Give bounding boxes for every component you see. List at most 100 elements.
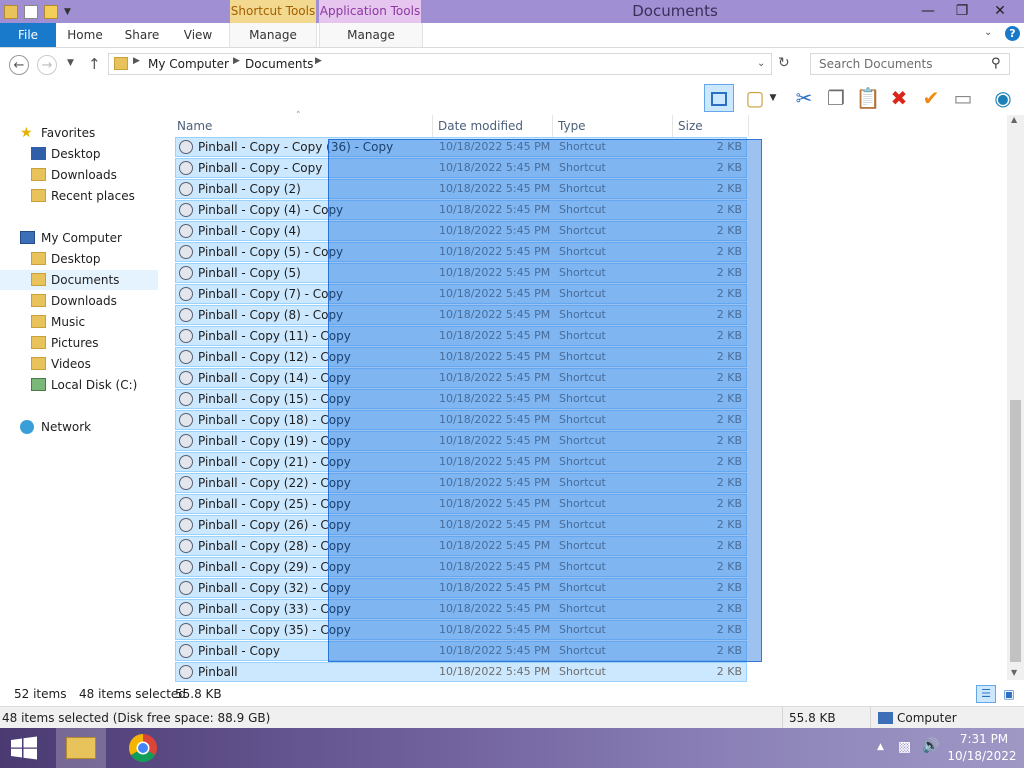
properties-dropdown-icon[interactable]: ▼ — [766, 84, 780, 112]
nav-network[interactable]: Network — [0, 417, 158, 437]
scroll-up-icon[interactable]: ▲ — [1011, 115, 1017, 124]
table-row[interactable]: Pinball - Copy (2) 10/18/2022 5:45 PM Shor… — [175, 179, 747, 199]
table-row[interactable]: Pinball - Copy (25) - Copy 10/18/2022 5:4… — [175, 494, 747, 514]
start-windows-icon[interactable] — [10, 736, 38, 760]
volume-icon[interactable]: 🔊 — [922, 738, 939, 754]
nav-desktop[interactable]: Desktop — [0, 249, 158, 269]
table-row[interactable]: Pinball - Copy (19) - Copy 10/18/2022 5:4… — [175, 431, 747, 451]
close-button[interactable]: ✕ — [984, 0, 1016, 22]
breadcrumb-my-computer[interactable]: My Computer — [148, 57, 229, 71]
nav-pictures[interactable]: Pictures — [0, 333, 158, 353]
back-button[interactable]: ← — [9, 55, 29, 75]
search-icon[interactable]: ⚲ — [991, 56, 1001, 71]
properties-icon[interactable] — [24, 4, 38, 19]
scroll-down-icon[interactable]: ▼ — [1011, 668, 1017, 677]
context-tab-application-tools[interactable]: Application Tools — [319, 0, 421, 23]
column-divider[interactable] — [552, 115, 553, 137]
table-row[interactable]: Pinball - Copy 10/18/2022 5:45 PM Shortcut… — [175, 641, 747, 661]
paste-button[interactable]: 📋 — [855, 84, 881, 112]
minimize-button[interactable]: — — [912, 0, 944, 22]
table-row[interactable]: Pinball - Copy (11) - Copy 10/18/2022 5:4… — [175, 326, 747, 346]
table-row[interactable]: Pinball - Copy (8) - Copy 10/18/2022 5:45… — [175, 305, 747, 325]
delete-button[interactable]: ✖ — [886, 84, 912, 112]
table-row[interactable]: Pinball - Copy (33) - Copy 10/18/2022 5:4… — [175, 599, 747, 619]
search-box[interactable]: Search Documents ⚲ — [810, 53, 1010, 75]
tab-manage-shortcut[interactable]: Manage — [229, 23, 317, 47]
table-row[interactable]: Pinball - Copy (29) - Copy 10/18/2022 5:4… — [175, 557, 747, 577]
column-divider[interactable] — [432, 115, 433, 137]
tab-view[interactable]: View — [176, 23, 220, 47]
table-row[interactable]: Pinball 10/18/2022 5:45 PM Shortcut 2 KB — [175, 662, 747, 682]
table-row[interactable]: Pinball - Copy (21) - Copy 10/18/2022 5:4… — [175, 452, 747, 472]
column-size[interactable]: Size — [678, 119, 703, 133]
table-row[interactable]: Pinball - Copy (4) 10/18/2022 5:45 PM Shor… — [175, 221, 747, 241]
search-input[interactable]: Search Documents — [819, 57, 932, 71]
table-row[interactable]: Pinball - Copy (26) - Copy 10/18/2022 5:4… — [175, 515, 747, 535]
address-dropdown-icon[interactable]: ⌄ — [757, 58, 765, 69]
table-row[interactable]: Pinball - Copy (14) - Copy 10/18/2022 5:4… — [175, 368, 747, 388]
large-icons-view-icon[interactable]: ▣ — [1000, 685, 1018, 703]
taskbar-chrome-button[interactable] — [128, 733, 158, 763]
table-row[interactable]: Pinball - Copy - Copy 10/18/2022 5:45 PM S… — [175, 158, 747, 178]
shell-button[interactable]: ◉ — [990, 84, 1016, 112]
nav-music[interactable]: Music — [0, 312, 158, 332]
network-tray-icon[interactable]: ▩ — [898, 739, 911, 755]
table-row[interactable]: Pinball - Copy (18) - Copy 10/18/2022 5:4… — [175, 410, 747, 430]
table-row[interactable]: Pinball - Copy (4) - Copy 10/18/2022 5:45… — [175, 200, 747, 220]
new-folder-icon[interactable] — [44, 4, 58, 19]
nav-favorites-downloads[interactable]: Downloads — [0, 165, 158, 185]
column-divider[interactable] — [672, 115, 673, 137]
table-row[interactable]: Pinball - Copy (22) - Copy 10/18/2022 5:4… — [175, 473, 747, 493]
up-button[interactable]: ↑ — [88, 55, 101, 73]
table-row[interactable]: Pinball - Copy (15) - Copy 10/18/2022 5:4… — [175, 389, 747, 409]
table-row[interactable]: Pinball - Copy (28) - Copy 10/18/2022 5:4… — [175, 536, 747, 556]
context-tab-shortcut-tools[interactable]: Shortcut Tools — [230, 0, 316, 23]
breadcrumb-documents[interactable]: Documents — [245, 57, 313, 71]
app-folder-icon[interactable] — [4, 4, 18, 19]
rename-field-button[interactable]: ▭ — [950, 84, 976, 112]
nav-local-disk[interactable]: Local Disk (C:) — [0, 375, 158, 395]
nav-videos[interactable]: Videos — [0, 354, 158, 374]
table-row[interactable]: Pinball - Copy (5) - Copy 10/18/2022 5:45… — [175, 242, 747, 262]
taskbar-file-explorer-button[interactable] — [56, 728, 106, 768]
restore-button[interactable]: ❐ — [946, 0, 978, 22]
tab-file[interactable]: File — [0, 23, 56, 47]
ribbon-expand-icon[interactable]: ⌄ — [984, 27, 992, 38]
preview-pane-button[interactable] — [704, 84, 734, 112]
nav-my-computer[interactable]: My Computer — [0, 228, 158, 248]
customize-dropdown-icon[interactable]: ▼ — [64, 7, 71, 17]
table-row[interactable]: Pinball - Copy (32) - Copy 10/18/2022 5:4… — [175, 578, 747, 598]
table-row[interactable]: Pinball - Copy (12) - Copy 10/18/2022 5:4… — [175, 347, 747, 367]
scrollbar-thumb[interactable] — [1010, 400, 1021, 662]
column-type[interactable]: Type — [558, 119, 586, 133]
nav-favorites-desktop[interactable]: Desktop — [0, 144, 158, 164]
column-name[interactable]: Name — [177, 119, 212, 133]
rename-button[interactable]: ✔ — [918, 84, 944, 112]
copy-button[interactable]: ❐ — [823, 84, 849, 112]
properties-button[interactable]: ▢ — [742, 84, 768, 112]
details-view-icon[interactable]: ☰ — [976, 685, 996, 703]
column-date-modified[interactable]: Date modified — [438, 119, 523, 133]
table-row[interactable]: Pinball - Copy (5) 10/18/2022 5:45 PM Shor… — [175, 263, 747, 283]
nav-favorites[interactable]: ★ Favorites — [0, 123, 158, 143]
tab-home[interactable]: Home — [60, 23, 110, 47]
address-bar[interactable]: ▶ My Computer ▶ Documents ▶ ⌄ — [108, 53, 772, 75]
nav-documents[interactable]: Documents — [0, 270, 158, 290]
tab-share[interactable]: Share — [118, 23, 166, 47]
cut-button[interactable]: ✂ — [791, 84, 817, 112]
table-row[interactable]: Pinball - Copy (7) - Copy 10/18/2022 5:45… — [175, 284, 747, 304]
table-row[interactable]: Pinball - Copy - Copy (36) - Copy 10/18/2… — [175, 137, 747, 157]
show-hidden-icons-icon[interactable]: ▲ — [877, 742, 884, 752]
nav-downloads[interactable]: Downloads — [0, 291, 158, 311]
clock-date[interactable]: 10/18/2022 — [946, 749, 1018, 763]
help-icon[interactable]: ? — [1005, 26, 1020, 41]
clock-time[interactable]: 7:31 PM — [952, 732, 1016, 746]
refresh-icon[interactable]: ↻ — [778, 55, 790, 71]
nav-favorites-recent-places[interactable]: Recent places — [0, 186, 158, 206]
column-divider[interactable] — [748, 115, 749, 137]
table-row[interactable]: Pinball - Copy (35) - Copy 10/18/2022 5:4… — [175, 620, 747, 640]
status-selected-count: 48 items selected — [79, 687, 186, 701]
tab-manage-application[interactable]: Manage — [319, 23, 423, 47]
recent-locations-icon[interactable]: ▼ — [67, 58, 74, 68]
forward-button[interactable]: → — [37, 55, 57, 75]
